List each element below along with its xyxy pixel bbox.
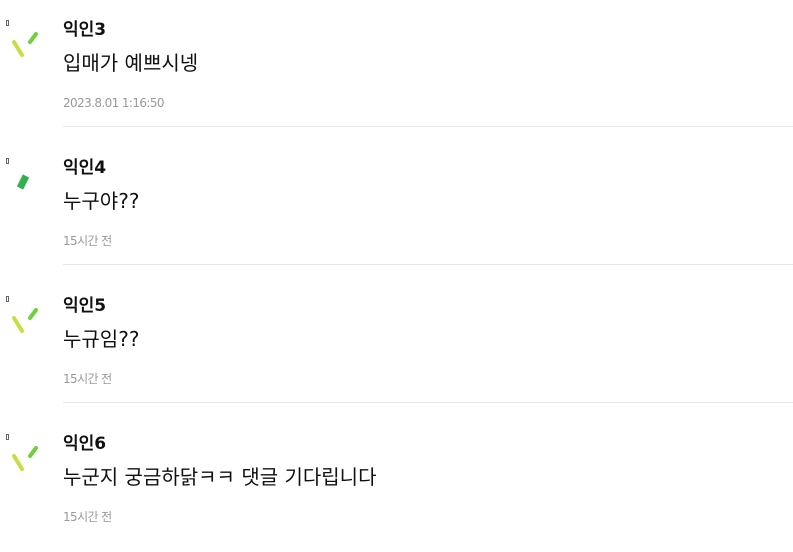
divider bbox=[63, 126, 793, 127]
single-stroke-icon bbox=[16, 174, 30, 190]
two-strokes-icon bbox=[12, 308, 38, 333]
comment-item: 익인5 누규임?? 15시간 전 bbox=[0, 276, 793, 414]
comment-author[interactable]: 익인5 bbox=[63, 295, 106, 317]
comment-author[interactable]: 익인4 bbox=[63, 157, 106, 179]
comment-item: 익인6 누군지 궁금하닭ㅋㅋ 댓글 기다립니다 15시간 전 bbox=[0, 414, 793, 552]
comment-author[interactable]: 익인3 bbox=[63, 19, 106, 41]
marker-icon bbox=[6, 296, 9, 302]
comment-timestamp: 15시간 전 bbox=[63, 372, 112, 386]
comment-item: 익인3 입매가 예쁘시넹 2023.8.01 1:16:50 bbox=[0, 0, 793, 138]
comment-text: 누구야?? bbox=[63, 189, 140, 213]
divider bbox=[63, 402, 793, 403]
two-strokes-icon bbox=[12, 32, 38, 57]
comment-text: 누규임?? bbox=[63, 327, 140, 351]
comment-timestamp: 15시간 전 bbox=[63, 510, 112, 524]
comment-text: 누군지 궁금하닭ㅋㅋ 댓글 기다립니다 bbox=[63, 465, 377, 489]
marker-icon bbox=[6, 158, 9, 164]
comment-item: 익인4 누구야?? 15시간 전 bbox=[0, 138, 793, 276]
comment-timestamp: 2023.8.01 1:16:50 bbox=[63, 96, 165, 110]
divider bbox=[63, 264, 793, 265]
comment-author[interactable]: 익인6 bbox=[63, 433, 106, 455]
marker-icon bbox=[6, 20, 9, 26]
comment-timestamp: 15시간 전 bbox=[63, 234, 112, 248]
marker-icon bbox=[6, 434, 9, 440]
two-strokes-icon bbox=[12, 446, 38, 471]
comment-text: 입매가 예쁘시넹 bbox=[63, 51, 199, 75]
